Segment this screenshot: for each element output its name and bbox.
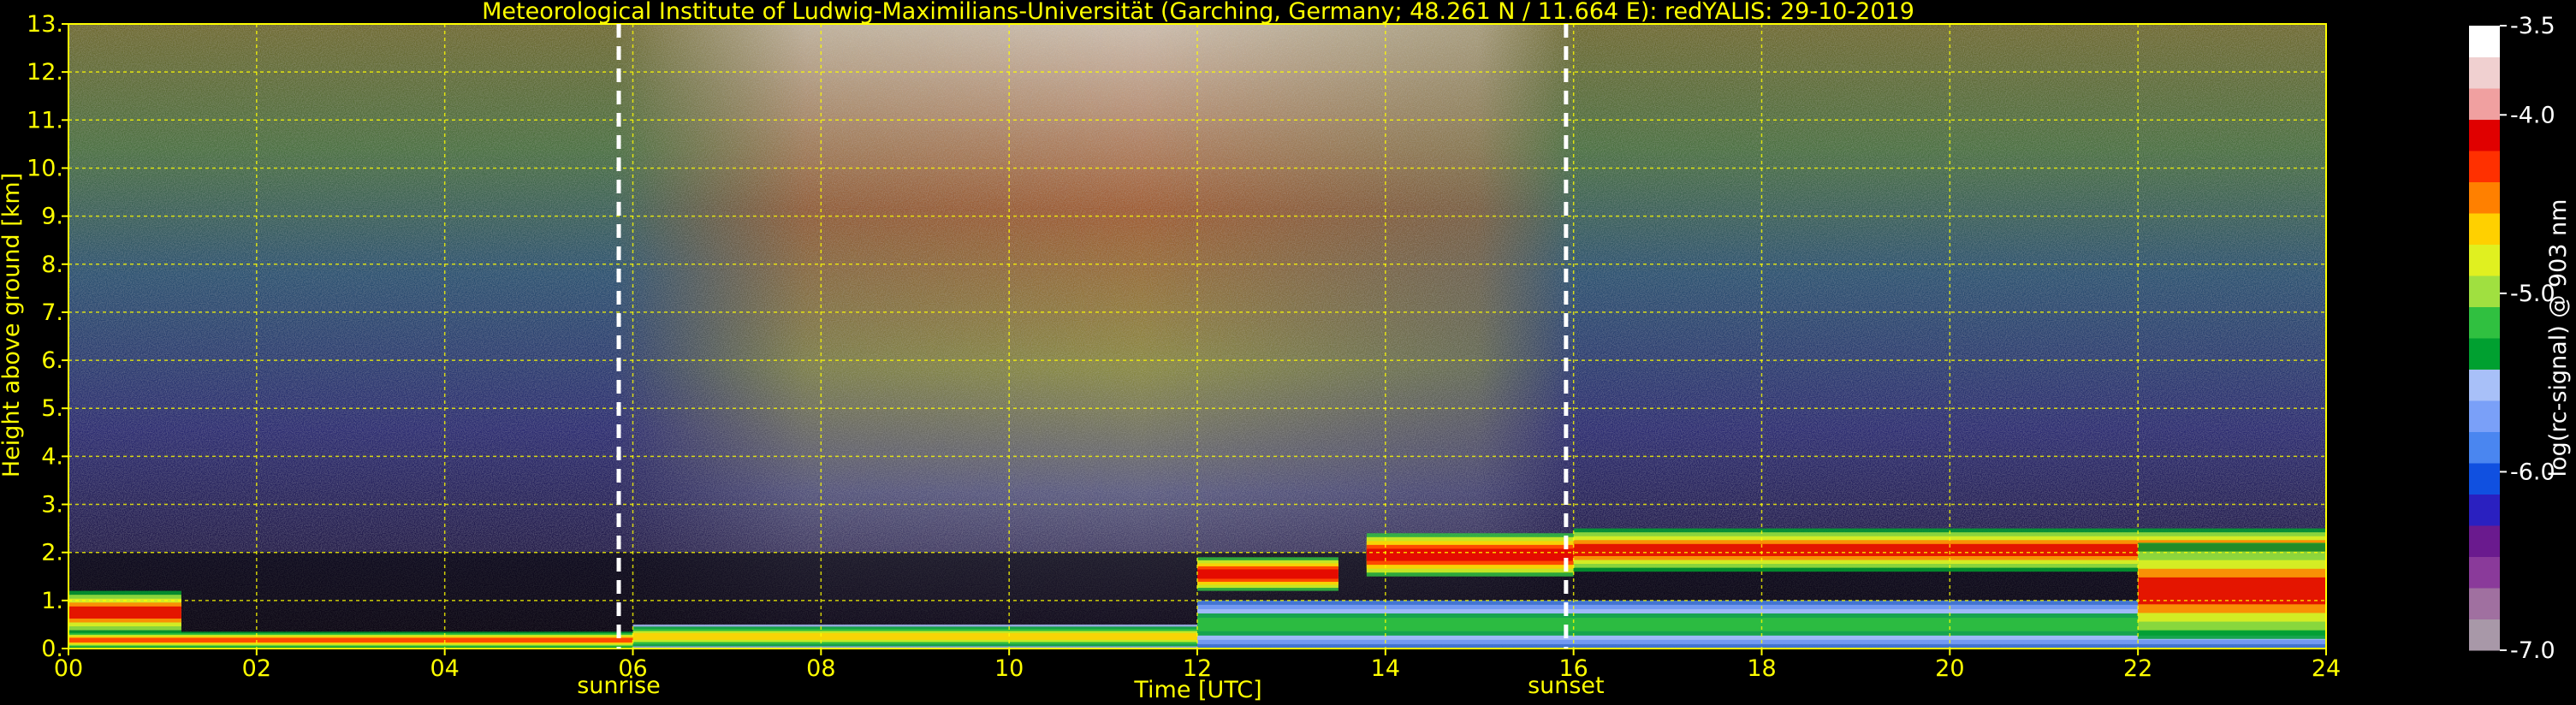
colorbar-segment	[2469, 306, 2500, 339]
colorbar-segment	[2469, 400, 2500, 432]
y-tick-label: 7.	[41, 299, 63, 326]
y-tick-label: 11.	[27, 107, 63, 133]
x-tick-label: 24	[2312, 655, 2341, 682]
colorbar-segment	[2469, 88, 2500, 120]
cloud-layer	[1197, 557, 1338, 591]
colorbar: -3.5-4.0-5.0-6.0-7.0	[2469, 13, 2555, 664]
y-tick-label: 0.	[41, 636, 63, 662]
colorbar-segment	[2469, 181, 2500, 214]
lidar-chart: 00 02 04 06 08 10 12 14 16 18 20 22 240.1.2.3.4.5.6.…	[0, 0, 2572, 703]
x-tick-label: 20	[1935, 655, 1964, 682]
y-tick-label: 12.	[27, 59, 63, 86]
sun-label: sunset	[1528, 672, 1605, 699]
y-tick-label: 4.	[41, 443, 63, 470]
y-tick-label: 1.	[41, 588, 63, 614]
x-tick-label: 08	[806, 655, 835, 682]
colorbar-tick-label: -3.5	[2510, 13, 2555, 39]
cloud-layer	[1366, 533, 1574, 577]
colorbar-segment	[2469, 119, 2500, 151]
x-axis-label: Time [UTC]	[1133, 677, 1261, 703]
cloud-band	[1366, 548, 1574, 561]
colorbar-segment	[2469, 369, 2500, 401]
cloud-layer	[2138, 542, 2326, 639]
colorbar-segment	[2469, 556, 2500, 589]
colorbar-segment	[2469, 56, 2500, 89]
x-tick-label: 02	[242, 655, 271, 682]
colorbar-segment	[2469, 525, 2500, 557]
cloud-layer	[68, 631, 633, 649]
cloud-band	[1197, 569, 1338, 579]
colorbar-segment	[2469, 431, 2500, 464]
y-tick-label: 10.	[27, 155, 63, 181]
x-tick-label: 10	[994, 655, 1024, 682]
colorbar-segment	[2469, 151, 2500, 182]
colorbar-tick-label: -7.0	[2510, 637, 2555, 664]
y-tick-label: 9.	[41, 204, 63, 230]
cloud-band	[68, 637, 633, 643]
colorbar-label: log(rc-signal) @ 903 nm	[2545, 199, 2572, 477]
y-axis-label: Height above ground [km]	[0, 173, 25, 477]
colorbar-segment	[2469, 338, 2500, 370]
colorbar-segment	[2469, 619, 2500, 651]
cloud-band	[632, 633, 1197, 640]
colorbar-segment	[2469, 463, 2500, 495]
colorbar-segment	[2469, 26, 2500, 57]
cloud-layer	[632, 624, 1197, 649]
y-tick-label: 3.	[41, 492, 63, 518]
x-tick-label: 14	[1371, 655, 1400, 682]
cloud-layer	[68, 590, 181, 635]
x-tick-label: 18	[1747, 655, 1776, 682]
cloud-band	[68, 606, 181, 619]
y-tick-label: 8.	[41, 252, 63, 278]
colorbar-segment	[2469, 244, 2500, 276]
x-tick-label: 22	[2123, 655, 2152, 682]
colorbar-segment	[2469, 275, 2500, 307]
colorbar-segment	[2469, 213, 2500, 245]
x-tick-label: 04	[430, 655, 459, 682]
sun-label: sunrise	[577, 672, 661, 699]
colorbar-tick-label: -4.0	[2510, 102, 2555, 128]
colorbar-segment	[2469, 588, 2500, 619]
y-tick-label: 2.	[41, 540, 63, 566]
colorbar-segment	[2469, 494, 2500, 526]
chart-title: Meteorological Institute of Ludwig-Maxim…	[482, 0, 1914, 25]
y-tick-label: 5.	[41, 395, 63, 422]
y-tick-label: 6.	[41, 347, 63, 374]
y-tick-label: 13.	[27, 11, 63, 38]
